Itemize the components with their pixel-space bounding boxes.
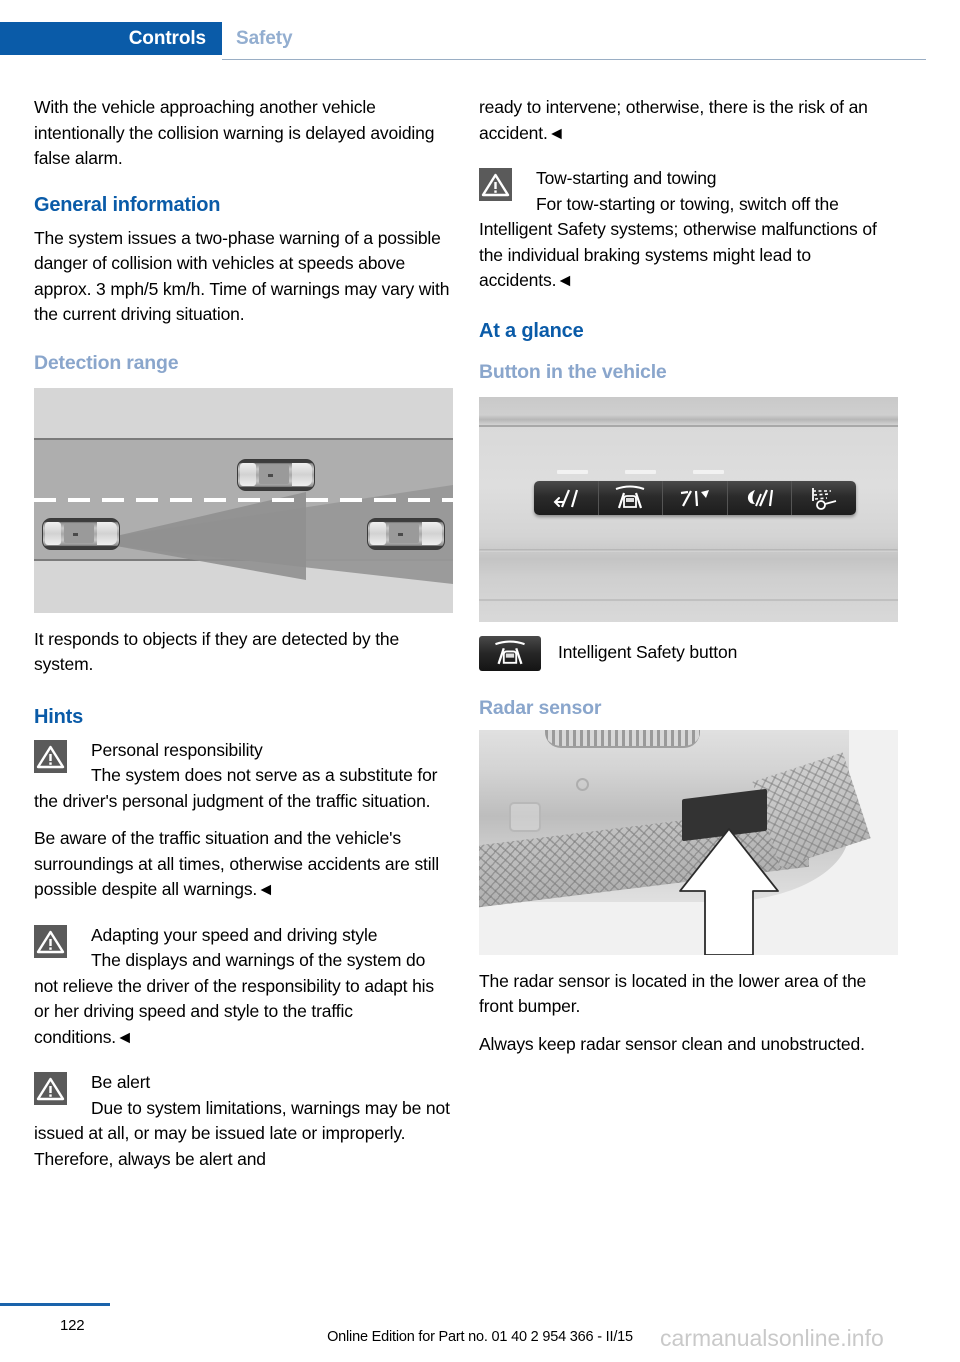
tab-safety-label: Safety — [236, 27, 293, 49]
warning-title: Tow-starting and towing — [536, 168, 717, 188]
heading-general-information: General information — [34, 193, 221, 216]
panel-seam-middle — [479, 548, 898, 552]
lane-divider-marking — [34, 497, 453, 502]
page-header: Controls Safety — [0, 0, 960, 62]
warning-block-personal-responsibility: Personal responsibility The system does … — [34, 738, 453, 815]
button-intelligent-safety[interactable] — [599, 480, 664, 515]
warning-block-be-alert: Be alert Due to system limitations, warn… — [34, 1070, 453, 1172]
intelligent-safety-icon — [616, 485, 645, 508]
tab-safety[interactable]: Safety — [236, 22, 293, 55]
intelligent-safety-icon — [495, 640, 525, 664]
site-watermark: carmanualsonline.info — [660, 1325, 884, 1351]
warning-triangle-icon — [34, 739, 67, 773]
panel-seam-top — [479, 424, 898, 427]
button-lane-change-warning[interactable] — [663, 480, 728, 515]
lane-change-warning-icon — [680, 489, 709, 507]
tab-controls-label: Controls — [128, 27, 206, 49]
button-headlight-assist[interactable] — [792, 481, 856, 515]
caption-label: Intelligent Safety button — [558, 641, 738, 662]
button-led-3 — [693, 469, 724, 474]
warning-text: The system does not serve as a substitut… — [34, 765, 438, 811]
subheading-detection-range: Detection range — [34, 351, 179, 374]
intelligent-safety-button-strip[interactable] — [534, 480, 856, 515]
caption-intelligent-safety-button: Intelligent Safety button — [479, 635, 898, 671]
vehicle-ego — [42, 517, 120, 550]
general-information-paragraph: The system issues a two-phase warning of… — [34, 227, 450, 325]
lane-departure-warning-icon — [553, 489, 578, 507]
warning-block-tow-starting: Tow-starting and towing For tow-starting… — [479, 166, 898, 294]
figure-radar-sensor — [479, 729, 898, 955]
warning-triangle-icon — [34, 924, 67, 958]
warning-text: The displays and warnings of the system … — [34, 950, 435, 1047]
button-led-1 — [557, 469, 588, 474]
warning-title: Adapting your speed and driving style — [91, 924, 378, 945]
fog-light-housing — [509, 801, 541, 832]
detection-range-caption: It responds to objects if they are detec… — [34, 628, 400, 675]
header-divider — [222, 59, 926, 60]
warning-triangle-icon — [34, 1072, 67, 1105]
tab-controls[interactable]: Controls — [0, 22, 222, 55]
tow-hook-cover — [576, 777, 589, 791]
warning-text: For tow-starting or towing, switch off t… — [479, 193, 877, 291]
warning-title: Personal responsibility — [91, 739, 263, 760]
headlight-assist-icon — [812, 487, 837, 510]
heading-at-a-glance: At a glance — [479, 319, 584, 342]
warning-title: Be alert — [91, 1072, 151, 1092]
intelligent-safety-button-thumbnail — [479, 635, 541, 671]
vehicle-ahead-same-lane — [367, 517, 445, 550]
continuation-paragraph: ready to intervene; otherwise, there is … — [479, 97, 868, 143]
warning-triangle-icon — [479, 168, 512, 201]
vehicle-ahead-left-lane — [237, 458, 315, 491]
heading-hints: Hints — [34, 705, 84, 728]
subheading-button-in-the-vehicle: Button in the vehicle — [479, 360, 667, 383]
kidney-grille — [545, 729, 700, 748]
radar-paragraph-2: Always keep radar sensor clean and unobs… — [479, 1033, 865, 1054]
button-led-2 — [625, 469, 656, 474]
panel-seam-bottom — [479, 598, 898, 601]
button-lane-departure-warning[interactable] — [534, 480, 599, 515]
button-night-vision[interactable] — [728, 480, 793, 515]
radar-paragraph-1: The radar sensor is located in the lower… — [479, 970, 867, 1017]
intro-paragraph: With the vehicle approaching another veh… — [34, 97, 435, 168]
left-column: With the vehicle approaching another veh… — [34, 95, 453, 1184]
subheading-radar-sensor: Radar sensor — [479, 696, 602, 719]
pointer-arrow-icon — [679, 827, 779, 955]
warning-block-adapting-speed: Adapting your speed and driving style Th… — [34, 923, 453, 1051]
figure-button-panel — [479, 396, 898, 622]
night-vision-icon — [747, 489, 773, 506]
right-column: ready to intervene; otherwise, there is … — [479, 95, 898, 1069]
figure-detection-range — [34, 387, 453, 613]
footer-rule — [0, 1303, 110, 1306]
warning-text: Due to system limitations, warnings may … — [34, 1097, 450, 1169]
warning-text-continued: Be aware of the traffic situation and th… — [34, 828, 439, 899]
